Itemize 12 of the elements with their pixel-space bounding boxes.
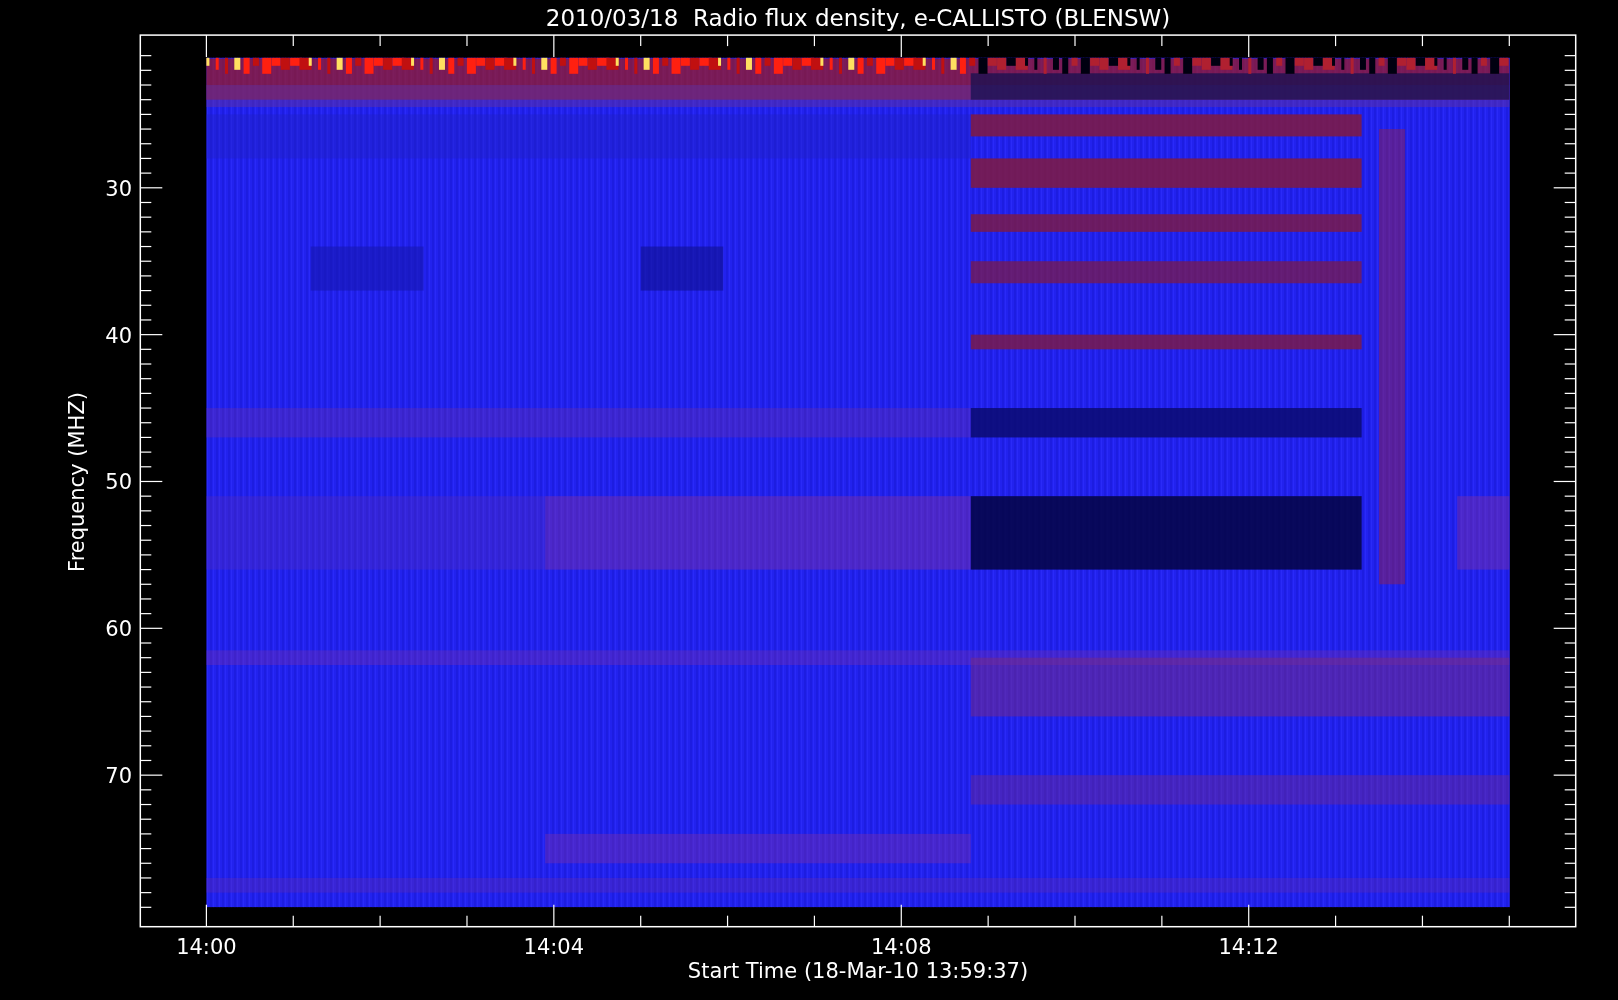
tick-label: 60	[105, 617, 132, 642]
tick-label: 14:00	[176, 935, 237, 959]
tick-label: 14:12	[1218, 935, 1279, 959]
axis-label: Frequency (MHZ)	[65, 392, 89, 572]
tick-label: 40	[105, 323, 132, 348]
axis-label: Start Time (18-Mar-10 13:59:37)	[687, 959, 1029, 983]
tick-label: 14:04	[523, 935, 585, 959]
tick-label: 30	[105, 176, 132, 201]
tick-label: 50	[105, 470, 132, 495]
tick-label: 14:08	[871, 935, 932, 959]
chart-title: 2010/03/18 Radio flux density, e-CALLISTO (BLENSW)	[545, 5, 1171, 31]
tick-label: 70	[105, 764, 132, 789]
